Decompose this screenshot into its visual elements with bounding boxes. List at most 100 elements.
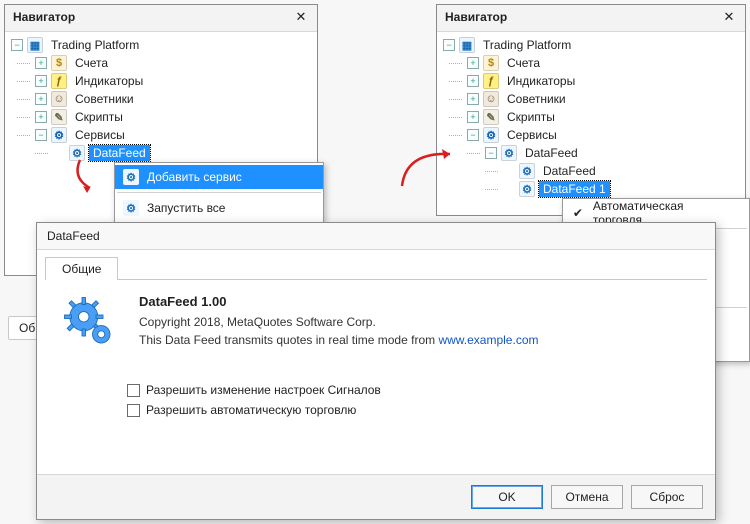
node-label-selected: DataFeed 1 bbox=[539, 181, 610, 197]
tree-item-experts[interactable]: + ☺ Советники bbox=[443, 90, 739, 108]
close-icon[interactable]: ✕ bbox=[721, 9, 737, 25]
tree-item-scripts[interactable]: + ✎ Скрипты bbox=[11, 108, 311, 126]
dialog-heading: DataFeed 1.00 bbox=[139, 294, 538, 309]
menu-item-run-all[interactable]: ⚙ Запустить все bbox=[115, 196, 323, 220]
tree: − ▦ Trading Platform + $ Счета + ƒ Индик… bbox=[437, 32, 745, 202]
gear-run-icon: ⚙ bbox=[123, 200, 139, 216]
checkbox-icon[interactable] bbox=[127, 404, 140, 417]
close-icon[interactable]: ✕ bbox=[293, 9, 309, 25]
collapse-icon[interactable]: − bbox=[467, 129, 479, 141]
navigator-panel-right: Навигатор ✕ − ▦ Trading Platform + $ Сче… bbox=[436, 4, 746, 216]
button-label: Сброс bbox=[650, 490, 685, 504]
tree-item-experts[interactable]: + ☺ Советники bbox=[11, 90, 311, 108]
dialog-body: DataFeed 1.00 Copyright 2018, MetaQuotes… bbox=[37, 280, 715, 359]
node-label: Сервисы bbox=[71, 127, 129, 143]
node-label: Сервисы bbox=[503, 127, 561, 143]
node-label: Скрипты bbox=[71, 109, 127, 125]
node-label: Советники bbox=[71, 91, 138, 107]
node-label: DataFeed bbox=[521, 145, 582, 161]
button-label: OK bbox=[498, 490, 515, 504]
accounts-icon: $ bbox=[483, 55, 499, 71]
tree-item-services[interactable]: − ⚙ Сервисы bbox=[11, 126, 311, 144]
check-icon: ✔ bbox=[571, 206, 585, 220]
tree-item-datafeed-child-2[interactable]: ⚙ DataFeed 1 bbox=[443, 180, 739, 198]
tree: − ▦ Trading Platform + $ Счета + ƒ Индик… bbox=[5, 32, 317, 166]
tree-item-datafeed[interactable]: ⚙ DataFeed bbox=[11, 144, 311, 162]
cancel-button[interactable]: Отмена bbox=[551, 485, 623, 509]
tree-item-services[interactable]: − ⚙ Сервисы bbox=[443, 126, 739, 144]
gear-icon: ⚙ bbox=[519, 181, 535, 197]
node-label: Советники bbox=[503, 91, 570, 107]
expand-icon[interactable]: + bbox=[35, 93, 47, 105]
scripts-icon: ✎ bbox=[51, 109, 67, 125]
tab-label: Общие bbox=[62, 262, 101, 276]
tree-item-indicators[interactable]: + ƒ Индикаторы bbox=[11, 72, 311, 90]
app-icon: ▦ bbox=[27, 37, 43, 53]
expand-icon[interactable]: + bbox=[467, 75, 479, 87]
expand-icon[interactable]: + bbox=[35, 57, 47, 69]
gear-plus-icon: ⚙ bbox=[123, 169, 139, 185]
menu-item-label: Добавить сервис bbox=[147, 170, 242, 184]
node-label: Индикаторы bbox=[503, 73, 579, 89]
node-label: Счета bbox=[503, 55, 544, 71]
checkbox-row-signals[interactable]: Разрешить изменение настроек Сигналов bbox=[37, 383, 715, 397]
menu-item-label: Запустить все bbox=[147, 201, 225, 215]
dialog-tabs: Общие bbox=[37, 250, 715, 279]
indicators-icon: ƒ bbox=[51, 73, 67, 89]
button-label: Отмена bbox=[565, 490, 608, 504]
accounts-icon: $ bbox=[51, 55, 67, 71]
dialog-description: This Data Feed transmits quotes in real … bbox=[139, 333, 538, 347]
tree-root[interactable]: − ▦ Trading Platform bbox=[11, 36, 311, 54]
app-icon: ▦ bbox=[459, 37, 475, 53]
gear-icon: ⚙ bbox=[501, 145, 517, 161]
tab-general[interactable]: Общие bbox=[45, 257, 118, 280]
node-label: Счета bbox=[71, 55, 112, 71]
checkbox-icon[interactable] bbox=[127, 384, 140, 397]
node-label: DataFeed bbox=[539, 163, 600, 179]
dialog-text-block: DataFeed 1.00 Copyright 2018, MetaQuotes… bbox=[139, 294, 538, 351]
dialog-datafeed: DataFeed Общие bbox=[36, 222, 716, 520]
panel-title: Навигатор bbox=[13, 10, 75, 24]
indicators-icon: ƒ bbox=[483, 73, 499, 89]
dialog-link[interactable]: www.example.com bbox=[438, 333, 538, 347]
node-label: Индикаторы bbox=[71, 73, 147, 89]
services-icon: ⚙ bbox=[51, 127, 67, 143]
experts-icon: ☺ bbox=[483, 91, 499, 107]
tree-item-indicators[interactable]: + ƒ Индикаторы bbox=[443, 72, 739, 90]
tree-item-accounts[interactable]: + $ Счета bbox=[11, 54, 311, 72]
collapse-icon[interactable]: − bbox=[35, 129, 47, 141]
menu-item-add-service[interactable]: ⚙ Добавить сервис bbox=[115, 165, 323, 189]
tree-item-datafeed[interactable]: − ⚙ DataFeed bbox=[443, 144, 739, 162]
gear-icon: ⚙ bbox=[519, 163, 535, 179]
services-icon: ⚙ bbox=[483, 127, 499, 143]
dialog-title: DataFeed bbox=[47, 229, 100, 243]
expand-icon[interactable]: + bbox=[35, 111, 47, 123]
dialog-title-bar: DataFeed bbox=[37, 223, 715, 250]
dialog-copyright: Copyright 2018, MetaQuotes Software Corp… bbox=[139, 315, 538, 329]
panel-header: Навигатор ✕ bbox=[5, 5, 317, 32]
tree-item-datafeed-child-1[interactable]: ⚙ DataFeed bbox=[443, 162, 739, 180]
tree-root[interactable]: − ▦ Trading Platform bbox=[443, 36, 739, 54]
checkbox-label: Разрешить автоматическую торговлю bbox=[146, 403, 356, 417]
collapse-icon[interactable]: − bbox=[443, 39, 455, 51]
reset-button[interactable]: Сброс bbox=[631, 485, 703, 509]
panel-title: Навигатор bbox=[445, 10, 507, 24]
expand-icon[interactable]: + bbox=[467, 111, 479, 123]
ok-button[interactable]: OK bbox=[471, 485, 543, 509]
expand-icon[interactable]: + bbox=[467, 57, 479, 69]
node-label: Trading Platform bbox=[479, 37, 575, 53]
experts-icon: ☺ bbox=[51, 91, 67, 107]
context-menu-left: ⚙ Добавить сервис ⚙ Запустить все bbox=[114, 162, 324, 223]
expand-icon[interactable]: + bbox=[35, 75, 47, 87]
node-label-selected: DataFeed bbox=[89, 145, 150, 161]
collapse-icon[interactable]: − bbox=[11, 39, 23, 51]
dialog-footer: OK Отмена Сброс bbox=[37, 474, 715, 519]
checkbox-row-autotrade[interactable]: Разрешить автоматическую торговлю bbox=[37, 403, 715, 417]
tree-item-scripts[interactable]: + ✎ Скрипты bbox=[443, 108, 739, 126]
tree-item-accounts[interactable]: + $ Счета bbox=[443, 54, 739, 72]
separator bbox=[117, 192, 321, 193]
expand-icon[interactable]: + bbox=[467, 93, 479, 105]
collapse-icon[interactable]: − bbox=[485, 147, 497, 159]
checkbox-label: Разрешить изменение настроек Сигналов bbox=[146, 383, 381, 397]
panel-header: Навигатор ✕ bbox=[437, 5, 745, 32]
